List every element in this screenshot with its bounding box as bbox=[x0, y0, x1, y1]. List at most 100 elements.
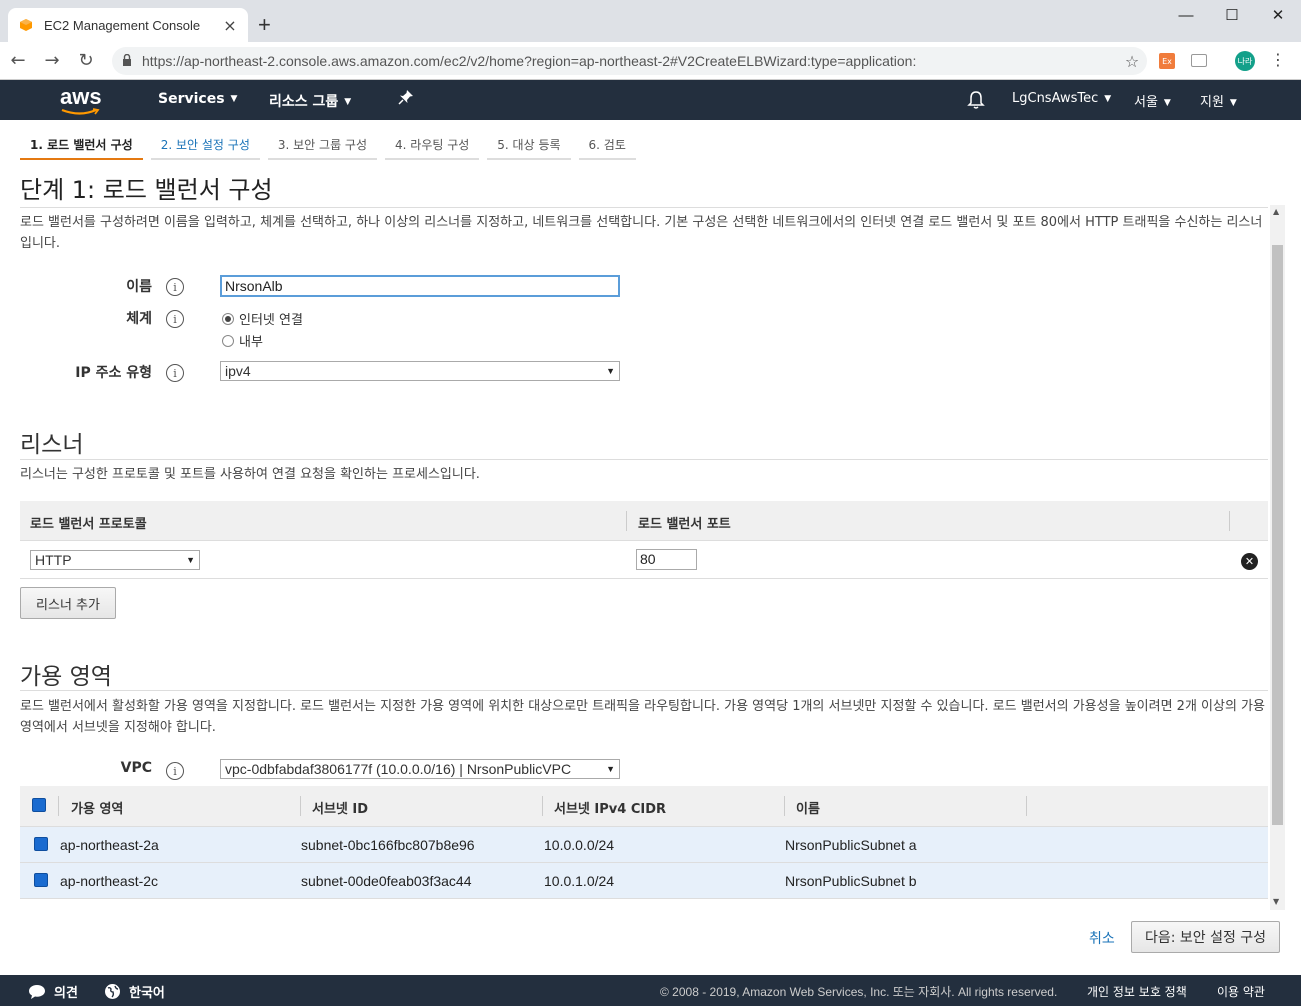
cell-cidr: 10.0.1.0/24 bbox=[544, 873, 615, 889]
pin-icon[interactable] bbox=[398, 89, 414, 109]
name-label: 이름 bbox=[126, 279, 152, 295]
region-menu[interactable]: 서울 ▼ bbox=[1134, 91, 1171, 110]
account-menu[interactable]: LgCnsAwsTec ▼ bbox=[1012, 91, 1111, 106]
remove-listener-icon[interactable]: ✕ bbox=[1241, 553, 1258, 570]
support-label: 지원 bbox=[1200, 95, 1224, 110]
row-checkbox[interactable] bbox=[34, 873, 48, 887]
add-listener-button[interactable]: 리스너 추가 bbox=[20, 587, 116, 619]
feedback-link[interactable]: 의견 bbox=[28, 982, 78, 1001]
wizard-steps: 1. 로드 밸런서 구성 2. 보안 설정 구성 3. 보안 그룹 구성 4. … bbox=[20, 130, 644, 160]
divider bbox=[20, 207, 1268, 208]
resource-groups-menu[interactable]: 리소스 그룹 ▼ bbox=[269, 91, 351, 111]
aws-footer: 의견 한국어 © 2008 - 2019, Amazon Web Service… bbox=[0, 975, 1301, 1006]
step-routing[interactable]: 4. 라우팅 구성 bbox=[385, 130, 480, 160]
cancel-link[interactable]: 취소 bbox=[1089, 928, 1115, 948]
col-protocol: 로드 밸런서 프로토콜 bbox=[30, 517, 147, 532]
vpc-select[interactable]: vpc-0dbfabdaf3806177f (10.0.0.0/16) | Nr… bbox=[220, 759, 620, 779]
step-review[interactable]: 6. 검토 bbox=[578, 130, 636, 160]
cell-subnet: subnet-00de0feab03f3ac44 bbox=[301, 873, 472, 889]
new-tab-button[interactable]: + bbox=[258, 12, 271, 38]
chevron-down-icon: ▼ bbox=[1104, 93, 1112, 104]
ip-type-select[interactable]: ipv4 ▼ bbox=[220, 361, 620, 381]
scheme-internal-radio[interactable]: 내부 bbox=[222, 331, 263, 350]
col-separator bbox=[1229, 511, 1230, 531]
forward-icon[interactable]: → bbox=[36, 50, 68, 71]
info-icon[interactable]: i bbox=[166, 364, 184, 382]
divider bbox=[20, 690, 1268, 691]
next-button[interactable]: 다음: 보안 설정 구성 bbox=[1131, 921, 1280, 953]
feedback-label: 의견 bbox=[54, 986, 78, 1001]
listeners-desc: 리스너는 구성한 프로토콜 및 포트를 사용하여 연결 요청을 확인하는 프로세… bbox=[20, 467, 480, 482]
lock-icon bbox=[122, 53, 132, 69]
privacy-link[interactable]: 개인 정보 보호 정책 bbox=[1087, 983, 1187, 1000]
select-all-checkbox[interactable] bbox=[32, 798, 46, 812]
close-window-icon[interactable]: ✕ bbox=[1255, 0, 1301, 30]
listeners-title: 리스너 bbox=[20, 432, 84, 458]
aws-smile-icon bbox=[61, 108, 100, 115]
protocol-value: HTTP bbox=[35, 552, 72, 568]
back-icon[interactable]: ← bbox=[2, 50, 34, 71]
info-icon[interactable]: i bbox=[166, 762, 184, 780]
copyright-text: © 2008 - 2019, Amazon Web Services, Inc.… bbox=[660, 985, 1058, 999]
divider bbox=[20, 459, 1268, 460]
language-selector[interactable]: 한국어 bbox=[104, 982, 165, 1001]
dropdown-arrow-icon: ▼ bbox=[606, 366, 615, 376]
account-label: LgCnsAwsTec bbox=[1012, 91, 1099, 106]
reload-icon[interactable]: ↻ bbox=[70, 50, 102, 71]
services-menu[interactable]: Services ▼ bbox=[158, 91, 237, 107]
scroll-down-icon[interactable]: ▼ bbox=[1273, 897, 1279, 906]
bell-icon[interactable] bbox=[967, 90, 985, 114]
row-checkbox[interactable] bbox=[34, 837, 48, 851]
scheme-label: 체계 bbox=[126, 311, 152, 327]
cell-zone: ap-northeast-2c bbox=[60, 873, 159, 889]
aws-box-icon bbox=[18, 17, 34, 33]
step-security-groups[interactable]: 3. 보안 그룹 구성 bbox=[267, 130, 378, 160]
profile-avatar[interactable]: 나라 bbox=[1235, 51, 1255, 71]
name-input[interactable]: NrsonAlb bbox=[220, 275, 620, 297]
maximize-icon[interactable]: ☐ bbox=[1209, 0, 1255, 30]
browser-menu-icon[interactable]: ⋮ bbox=[1270, 50, 1286, 69]
region-label: 서울 bbox=[1134, 95, 1158, 110]
terms-link[interactable]: 이용 약관 bbox=[1217, 983, 1265, 1000]
extension-icon[interactable]: Ex bbox=[1159, 53, 1175, 69]
aws-logo-text: aws bbox=[60, 84, 102, 109]
az-row[interactable]: ap-northeast-2a subnet-0bc166fbc807b8e96… bbox=[20, 827, 1268, 863]
aws-logo[interactable]: aws bbox=[60, 84, 102, 115]
minimize-icon[interactable]: — bbox=[1163, 0, 1209, 30]
cell-name: NrsonPublicSubnet a bbox=[785, 837, 917, 853]
window-controls: — ☐ ✕ bbox=[1163, 0, 1301, 30]
info-icon[interactable]: i bbox=[166, 278, 184, 296]
services-label: Services bbox=[158, 91, 225, 107]
port-input[interactable]: 80 bbox=[636, 549, 697, 570]
col-separator bbox=[58, 796, 59, 816]
support-menu[interactable]: 지원 ▼ bbox=[1200, 91, 1237, 110]
step-configure-lb[interactable]: 1. 로드 밸런서 구성 bbox=[20, 130, 143, 160]
browser-tab-strip: EC2 Management Console × + — ☐ ✕ bbox=[0, 0, 1301, 42]
scroll-up-icon[interactable]: ▲ bbox=[1273, 207, 1279, 216]
dropdown-arrow-icon: ▼ bbox=[186, 555, 195, 565]
az-desc: 로드 밸런서에서 활성화할 가용 영역을 지정합니다. 로드 밸런서는 지정한 … bbox=[20, 699, 1265, 735]
cell-subnet: subnet-0bc166fbc807b8e96 bbox=[301, 837, 475, 853]
step-register-targets[interactable]: 5. 대상 등록 bbox=[487, 130, 571, 160]
browser-tab[interactable]: EC2 Management Console × bbox=[8, 8, 248, 42]
listeners-table-header: 로드 밸런서 프로토콜 로드 밸런서 포트 bbox=[20, 501, 1268, 541]
step-security-settings[interactable]: 2. 보안 설정 구성 bbox=[150, 130, 260, 160]
chevron-down-icon: ▼ bbox=[344, 97, 352, 107]
az-title: 가용 영역 bbox=[20, 664, 112, 690]
bookmark-star-icon[interactable]: ☆ bbox=[1117, 52, 1147, 71]
url-field[interactable]: https://ap-northeast-2.console.aws.amazo… bbox=[112, 47, 1147, 75]
info-icon[interactable]: i bbox=[166, 310, 184, 328]
cast-icon[interactable] bbox=[1191, 54, 1207, 67]
vertical-scrollbar[interactable]: ▲ ▼ bbox=[1270, 205, 1285, 910]
col-port: 로드 밸런서 포트 bbox=[638, 517, 731, 532]
col-separator bbox=[626, 511, 627, 531]
chevron-down-icon: ▼ bbox=[230, 94, 238, 104]
close-tab-icon[interactable]: × bbox=[222, 16, 238, 35]
protocol-select[interactable]: HTTP ▼ bbox=[30, 550, 200, 570]
az-row[interactable]: ap-northeast-2c subnet-00de0feab03f3ac44… bbox=[20, 863, 1268, 899]
vpc-value: vpc-0dbfabdaf3806177f (10.0.0.0/16) | Nr… bbox=[225, 761, 572, 777]
chevron-down-icon: ▼ bbox=[1163, 97, 1171, 108]
scheme-internet-facing-radio[interactable]: 인터넷 연결 bbox=[222, 309, 303, 328]
scroll-thumb[interactable] bbox=[1272, 245, 1283, 825]
cell-name: NrsonPublicSubnet b bbox=[785, 873, 917, 889]
